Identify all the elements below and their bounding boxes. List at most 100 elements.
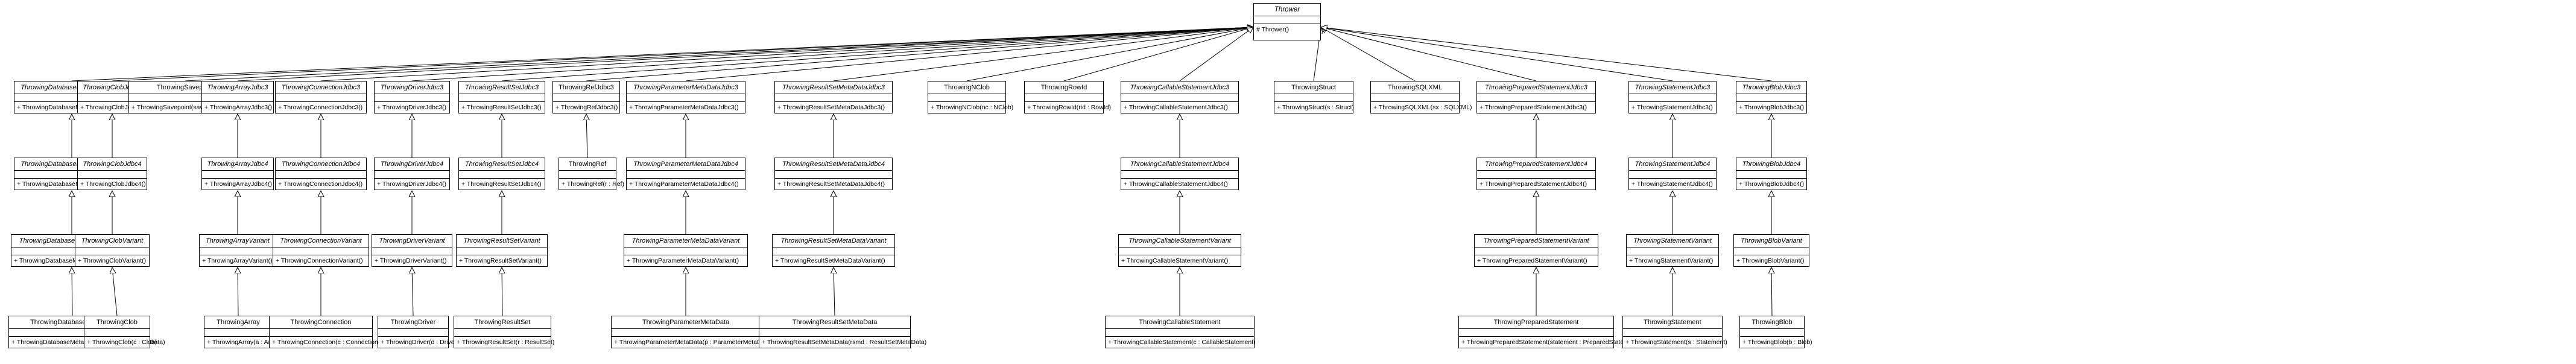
class-attributes (276, 171, 366, 179)
operation: + ThrowingConnectionVariant() (276, 257, 363, 264)
class-array-variant[interactable]: ThrowingArrayVariant + ThrowingArrayVaria… (199, 234, 276, 267)
class-name: ThrowingClob (84, 316, 150, 329)
class-result-set-variant[interactable]: ThrowingResultSetVariant + ThrowingResult… (456, 234, 548, 267)
operation: + ThrowingArrayJdbc3() (204, 104, 273, 111)
class-prepared-statement-variant[interactable]: ThrowingPreparedStatementVariant + Throwi… (1474, 234, 1598, 267)
generalization-edge (112, 27, 1253, 81)
operation: + ThrowingResultSetVariant() (459, 257, 542, 264)
class-callable-statement-variant[interactable]: ThrowingCallableStatementVariant + Throwi… (1118, 234, 1241, 267)
class-sqlxml-jdbc3[interactable]: ThrowingSQLXML + ThrowingSQLXML(sx : SQLX… (1370, 81, 1472, 113)
operation: + ThrowingCallableStatement(c : Callable… (1108, 339, 1256, 346)
class-connection-base[interactable]: ThrowingConnection + ThrowingConnection(c… (269, 316, 380, 348)
class-prepared-statement-jdbc3[interactable]: ThrowingPreparedStatementJdbc3 + Throwing… (1476, 81, 1596, 113)
class-clob-variant[interactable]: ThrowingClobVariant + ThrowingClobVariant… (75, 234, 150, 267)
class-callable-statement-jdbc3[interactable]: ThrowingCallableStatementJdbc3 + Throwing… (1121, 81, 1239, 113)
class-prepared-statement-base[interactable]: ThrowingPreparedStatement + ThrowingPrepa… (1458, 316, 1640, 348)
class-attributes (627, 94, 745, 102)
class-name: ThrowingConnectionVariant (273, 235, 369, 247)
class-result-set-jdbc3[interactable]: ThrowingResultSetJdbc3 + ThrowingResultSe… (458, 81, 545, 113)
operation: + ThrowingParameterMetaDataJdbc4() (629, 180, 739, 188)
class-operations: + ThrowingResultSetMetaData(rsmd : Resul… (759, 337, 926, 348)
class-attributes (775, 171, 892, 179)
class-statement-variant[interactable]: ThrowingStatementVariant + ThrowingStatem… (1626, 234, 1719, 267)
class-clob-jdbc4[interactable]: ThrowingClobJdbc4 + ThrowingClobJdbc4() (77, 158, 147, 190)
class-result-set-base[interactable]: ThrowingResultSet + ThrowingResultSet(r :… (454, 316, 554, 348)
class-statement-jdbc3[interactable]: ThrowingStatementJdbc3 + ThrowingStatemen… (1628, 81, 1717, 113)
class-callable-statement-jdbc4[interactable]: ThrowingCallableStatementJdbc4 + Throwing… (1121, 158, 1239, 190)
class-prepared-statement-jdbc4[interactable]: ThrowingPreparedStatementJdbc4 + Throwing… (1476, 158, 1596, 190)
class-ref-jdbc4[interactable]: ThrowingRef + ThrowingRef(r : Ref) (559, 158, 624, 190)
generalization-edge (833, 27, 1253, 81)
class-operations: + ThrowingBlobJdbc3() (1736, 102, 1806, 113)
class-result-set-jdbc4[interactable]: ThrowingResultSetJdbc4 + ThrowingResultSe… (458, 158, 545, 190)
class-parameter-meta-data-variant[interactable]: ThrowingParameterMetaDataVariant + Throwi… (624, 234, 748, 267)
class-result-set-meta-data-base[interactable]: ThrowingResultSetMetaData + ThrowingResul… (759, 316, 926, 348)
class-connection-jdbc4[interactable]: ThrowingConnectionJdbc4 + ThrowingConnect… (275, 158, 367, 190)
operation: + ThrowingClobJdbc4() (80, 180, 146, 188)
class-name: ThrowingResultSetMetaDataVariant (773, 235, 894, 247)
class-statement-jdbc4[interactable]: ThrowingStatementJdbc4 + ThrowingStatemen… (1628, 158, 1717, 190)
class-blob-jdbc3[interactable]: ThrowingBlobJdbc3 + ThrowingBlobJdbc3() (1736, 81, 1807, 113)
class-attributes (553, 94, 619, 102)
class-statement-base[interactable]: ThrowingStatement + ThrowingStatement(s :… (1622, 316, 1727, 348)
class-name: ThrowingBlobVariant (1734, 235, 1809, 247)
class-name: ThrowingParameterMetaData (612, 316, 760, 329)
class-connection-jdbc3[interactable]: ThrowingConnectionJdbc3 + ThrowingConnect… (275, 81, 367, 113)
class-blob-variant[interactable]: ThrowingBlobVariant + ThrowingBlobVariant… (1733, 234, 1809, 267)
class-struct-jdbc3[interactable]: ThrowingStruct + ThrowingStruct(s : Struc… (1274, 81, 1354, 113)
class-name: ThrowingResultSet (454, 316, 551, 329)
class-operations: + ThrowingRowId(rid : RowId) (1025, 102, 1111, 113)
class-parameter-meta-data-jdbc3[interactable]: ThrowingParameterMetaDataJdbc3 + Throwing… (626, 81, 745, 113)
class-attributes (1254, 16, 1320, 24)
class-attributes (759, 329, 910, 337)
class-operations: + ThrowingConnectionVariant() (273, 255, 369, 266)
class-rowid-jdbc3[interactable]: ThrowingRowId + ThrowingRowId(rid : RowId… (1024, 81, 1111, 113)
class-callable-statement-base[interactable]: ThrowingCallableStatement + ThrowingCalla… (1105, 316, 1256, 348)
operation: + ThrowingCallableStatementJdbc4() (1124, 180, 1228, 188)
class-driver-jdbc3[interactable]: ThrowingDriverJdbc3 + ThrowingDriverJdbc3… (374, 81, 450, 113)
operation: + ThrowingResultSetJdbc4() (461, 180, 542, 188)
class-array-jdbc4[interactable]: ThrowingArrayJdbc4 + ThrowingArrayJdbc4() (201, 158, 274, 190)
class-attributes (375, 94, 449, 102)
class-parameter-meta-data-jdbc4[interactable]: ThrowingParameterMetaDataJdbc4 + Throwing… (626, 158, 745, 190)
class-attributes (1629, 94, 1716, 102)
class-blob-jdbc4[interactable]: ThrowingBlobJdbc4 + ThrowingBlobJdbc4() (1736, 158, 1807, 190)
class-name: ThrowingRowId (1025, 81, 1103, 94)
class-operations: + ThrowingArrayJdbc4() (202, 179, 273, 190)
class-nclob-jdbc3[interactable]: ThrowingNClob + ThrowingNClob(nc : NClob) (928, 81, 1013, 113)
class-attributes (624, 247, 747, 255)
class-operations: + ThrowingStatement(s : Statement) (1623, 337, 1727, 348)
class-connection-variant[interactable]: ThrowingConnectionVariant + ThrowingConne… (273, 234, 369, 267)
class-attributes (459, 171, 545, 179)
class-blob-base[interactable]: ThrowingBlob + ThrowingBlob(b : Blob) (1739, 316, 1812, 348)
class-operations: + ThrowingStatementJdbc4() (1629, 179, 1716, 190)
class-attributes (1736, 171, 1806, 179)
class-name: ThrowingRefJdbc3 (553, 81, 619, 94)
generalization-edge (411, 27, 1253, 81)
generalization-edge (1063, 27, 1253, 81)
class-result-set-meta-data-variant[interactable]: ThrowingResultSetMetaDataVariant + Throwi… (772, 234, 895, 267)
class-attributes (1121, 171, 1238, 179)
class-result-set-meta-data-jdbc4[interactable]: ThrowingResultSetMetaDataJdbc4 + Throwing… (774, 158, 893, 190)
class-parameter-meta-data-base[interactable]: ThrowingParameterMetaData + ThrowingParam… (611, 316, 773, 348)
class-driver-jdbc4[interactable]: ThrowingDriverJdbc4 + ThrowingDriverJdbc4… (374, 158, 450, 190)
class-attributes (1736, 94, 1806, 102)
class-attributes (773, 247, 894, 255)
class-name: ThrowingStatementJdbc4 (1629, 158, 1716, 171)
class-operations: + ThrowingStatementJdbc3() (1629, 102, 1716, 113)
class-result-set-meta-data-jdbc3[interactable]: ThrowingResultSetMetaDataJdbc3 + Throwing… (774, 81, 893, 113)
class-operations: + ThrowingCallableStatement(c : Callable… (1106, 337, 1256, 348)
class-operations: + ThrowingArrayVariant() (200, 255, 276, 266)
class-clob-base[interactable]: ThrowingClob + ThrowingClob(c : Clob) (84, 316, 157, 348)
operation: + ThrowingDriver(d : Driver) (381, 339, 459, 346)
class-name: ThrowingResultSetMetaDataJdbc4 (775, 158, 892, 171)
class-driver-variant[interactable]: ThrowingDriverVariant + ThrowingDriverVar… (372, 234, 452, 267)
class-thrower-root[interactable]: Thrower # Thrower() (1253, 3, 1321, 40)
class-driver-base[interactable]: ThrowingDriver + ThrowingDriver(d : Drive… (378, 316, 459, 348)
class-array-jdbc3[interactable]: ThrowingArrayJdbc3 + ThrowingArrayJdbc3() (201, 81, 274, 113)
uml-class-diagram: Thrower # Thrower() ThrowingDatabaseMetaDa… (0, 0, 2576, 364)
class-operations: + ThrowingBlob(b : Blob) (1740, 337, 1812, 348)
class-array-base[interactable]: ThrowingArray + ThrowingArray(a : Array) (204, 316, 281, 348)
class-name: ThrowingConnectionJdbc3 (276, 81, 366, 94)
class-ref-jdbc3[interactable]: ThrowingRefJdbc3 + ThrowingRefJdbc3() (552, 81, 620, 113)
